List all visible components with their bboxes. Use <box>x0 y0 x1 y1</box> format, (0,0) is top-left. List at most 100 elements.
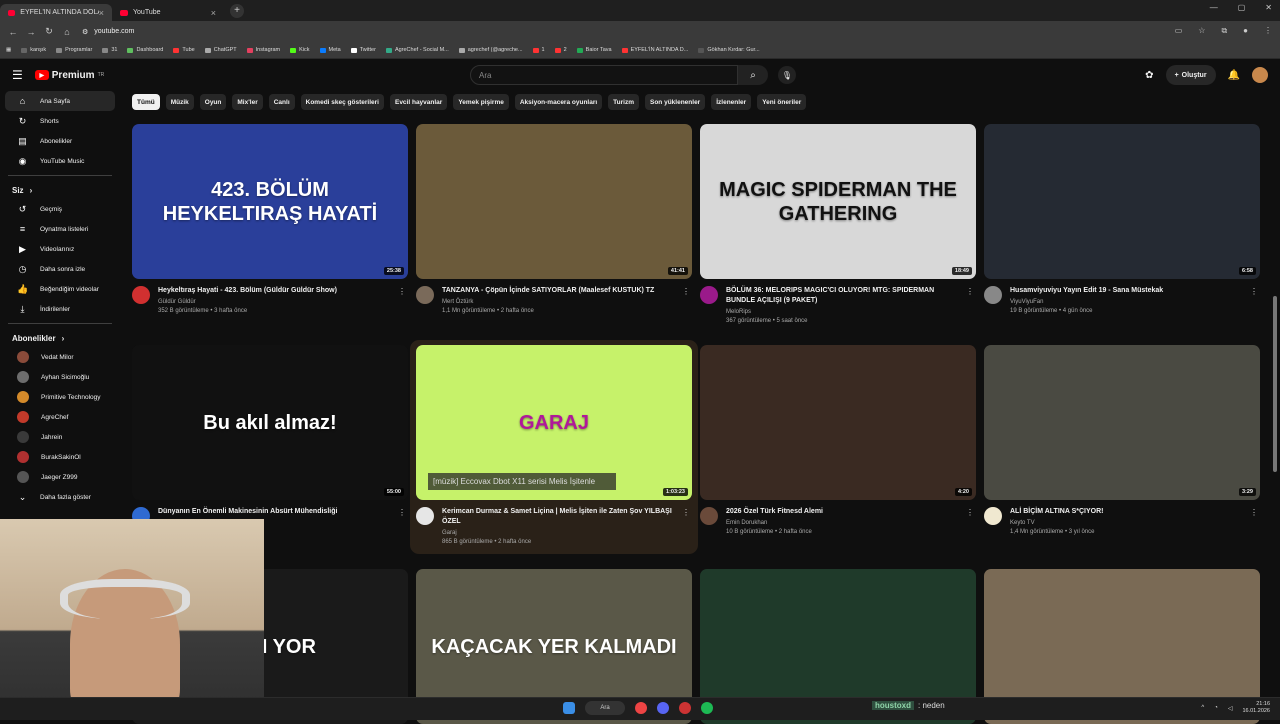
clock[interactable]: 21:16 16.01.2026 <box>1242 701 1270 715</box>
more-options-icon[interactable]: ⋮ <box>682 287 690 296</box>
chrome-icon[interactable] <box>635 702 647 714</box>
bookmark-item[interactable]: Dashboard <box>127 47 163 53</box>
channel-name[interactable]: Keyto TV <box>1010 520 1240 526</box>
menu-icon[interactable]: ⋮ <box>1264 26 1272 36</box>
bookmark-item[interactable]: Kick <box>290 47 310 53</box>
video-title[interactable]: Dünyanın En Önemli Makinesinin Absürt Mü… <box>158 507 388 517</box>
search-input[interactable]: Ara <box>470 65 738 85</box>
video-thumbnail[interactable]: 41:41 <box>416 124 692 279</box>
new-tab-button[interactable]: + <box>230 3 244 18</box>
show-more-button[interactable]: ⌄ Daha fazla göster <box>5 487 115 507</box>
sidebar-subscription[interactable]: Jaeger Z999 <box>5 467 115 487</box>
more-options-icon[interactable]: ⋮ <box>398 287 406 296</box>
more-options-icon[interactable]: ⋮ <box>682 508 690 517</box>
channel-avatar[interactable] <box>700 286 718 304</box>
sidebar-item-your-videos[interactable]: ▶ Videolarınız <box>5 239 115 259</box>
sidebar-section-you[interactable]: Siz › <box>0 180 120 199</box>
video-card[interactable]: 4:20 2026 Özel Türk Fitnesd Alemi Emin Dor… <box>700 345 976 535</box>
video-card[interactable]: Bu akıl almaz! 55:00 Dünyanın En Önemli Ma… <box>132 345 408 525</box>
channel-name[interactable]: MeloRips <box>726 309 956 315</box>
forward-icon[interactable]: → <box>22 27 40 37</box>
filter-chip[interactable]: İzlenenler <box>711 94 752 110</box>
bookmark-item[interactable]: AgreChef - Social M... <box>385 47 449 53</box>
filter-chip[interactable]: Oyun <box>199 94 227 110</box>
sidebar-subscription[interactable]: Primitive Technology <box>5 387 115 407</box>
sidebar-item-liked-videos[interactable]: 👍 Beğendiğim videolar <box>5 279 115 299</box>
video-card[interactable]: MAGIC SPIDERMAN THE GATHERING 18:49 BÖLÜM … <box>700 124 976 324</box>
spotify-icon[interactable] <box>701 702 713 714</box>
channel-avatar[interactable] <box>416 286 434 304</box>
bookmark-star-icon[interactable]: ☆ <box>1198 26 1205 36</box>
hamburger-menu-icon[interactable]: ☰ <box>12 68 23 82</box>
tray-chevron-icon[interactable]: ^ <box>1201 705 1204 711</box>
voice-search-button[interactable]: 🎙 <box>778 66 796 84</box>
more-options-icon[interactable]: ⋮ <box>398 508 406 517</box>
video-title[interactable]: TANZANYA - Çöpün İçinde SATIYORLAR (Maal… <box>442 286 672 296</box>
video-card[interactable]: 423. BÖLÜM HEYKELTIRAŞ HAYATİ 25:38 Heykel… <box>132 124 408 314</box>
cast-icon[interactable]: ▭ <box>1175 26 1183 36</box>
filter-chip[interactable]: Canlı <box>268 94 295 110</box>
cast-icon[interactable]: ✿ <box>1145 70 1153 81</box>
tab-youtube[interactable]: YouTube × <box>112 4 224 21</box>
channel-name[interactable]: Güldür Güldür <box>158 299 388 305</box>
windows-start-icon[interactable] <box>563 702 575 714</box>
video-title[interactable]: Heykeltıraş Hayati - 423. Bölüm (Güldür … <box>158 286 388 296</box>
apps-grid-icon[interactable]: ▦ <box>6 47 11 53</box>
filter-chip[interactable]: Komedi skeç gösterileri <box>300 94 384 110</box>
filter-chip[interactable]: Yemek pişirme <box>453 94 509 110</box>
channel-avatar[interactable] <box>132 286 150 304</box>
youtube-logo[interactable]: ▶ Premium TR <box>34 70 104 81</box>
search-button[interactable]: ⌕ <box>738 65 768 85</box>
sidebar-item-subscriptions[interactable]: ▤ Abonelikler <box>5 131 115 151</box>
video-thumbnail[interactable]: 3:29 <box>984 345 1260 500</box>
obs-icon[interactable] <box>679 702 691 714</box>
more-options-icon[interactable]: ⋮ <box>966 508 974 517</box>
volume-icon[interactable]: ◁ <box>1228 705 1233 712</box>
video-thumbnail[interactable]: 4:20 <box>700 345 976 500</box>
channel-name[interactable]: Garaj <box>442 530 672 536</box>
maximize-icon[interactable]: ▢ <box>1238 3 1246 12</box>
more-options-icon[interactable]: ⋮ <box>1250 287 1258 296</box>
sidebar-subscription[interactable]: Ayhan Sicimoğlu <box>5 367 115 387</box>
channel-avatar[interactable] <box>700 507 718 525</box>
home-icon[interactable]: ⌂ <box>58 27 76 37</box>
url-field[interactable]: ⚙ youtube.com <box>82 28 134 36</box>
bookmark-item[interactable]: 1 <box>532 47 545 53</box>
bookmark-item[interactable]: EYFEL'İN ALTINDA D... <box>621 47 688 53</box>
filter-chip[interactable]: Yeni öneriler <box>757 94 807 110</box>
create-button[interactable]: + Oluştur <box>1165 65 1216 85</box>
bookmark-item[interactable]: 31 <box>102 47 117 53</box>
wifi-icon[interactable]: ◔ <box>1214 705 1218 711</box>
channel-name[interactable]: Mert Öztürk <box>442 299 672 305</box>
more-options-icon[interactable]: ⋮ <box>1250 508 1258 517</box>
close-tab-icon[interactable]: × <box>99 8 104 18</box>
sidebar-item-music[interactable]: ◉ YouTube Music <box>5 151 115 171</box>
sidebar-item-watch-later[interactable]: ◷ Daha sonra izle <box>5 259 115 279</box>
sidebar-item-home[interactable]: ⌂ Ana Sayfa <box>5 91 115 111</box>
sidebar-item-shorts[interactable]: ↻ Shorts <box>5 111 115 131</box>
filter-chip[interactable]: Müzik <box>165 94 194 110</box>
bookmark-item[interactable]: agrechef (@agreche... <box>458 47 523 53</box>
account-avatar[interactable] <box>1252 67 1268 83</box>
video-card[interactable]: 3:29 ALİ BİÇİM ALTINA S*ÇIYOR! Keyto TV 1,4… <box>984 345 1260 535</box>
sidebar-item-downloads[interactable]: ⤓ İndirilenler <box>5 299 115 319</box>
video-thumbnail[interactable]: GARAJ [müzik] Eccovax Dbot X11 serisi Mel… <box>416 345 692 500</box>
filter-chip[interactable]: Tümü <box>132 94 160 110</box>
video-title[interactable]: BÖLÜM 36: MELORIPS MAGIC'CI OLUYOR! MTG:… <box>726 286 956 306</box>
bookmark-item[interactable]: Baior Tava <box>576 47 612 53</box>
sidebar-subscription[interactable]: AgreChef <box>5 407 115 427</box>
bookmark-item[interactable]: kanşık <box>21 47 46 53</box>
video-thumbnail[interactable]: MAGIC SPIDERMAN THE GATHERING 18:49 <box>700 124 976 279</box>
video-thumbnail[interactable]: 6:58 <box>984 124 1260 279</box>
channel-avatar[interactable] <box>984 507 1002 525</box>
minimize-icon[interactable]: — <box>1210 3 1218 12</box>
close-icon[interactable]: ✕ <box>1265 3 1272 12</box>
close-tab-icon[interactable]: × <box>211 8 216 18</box>
site-info-icon[interactable]: ⚙ <box>82 28 88 36</box>
video-title[interactable]: 2026 Özel Türk Fitnesd Alemi <box>726 507 956 517</box>
profile-icon[interactable]: ● <box>1243 26 1248 36</box>
notifications-bell-icon[interactable]: 🔔 <box>1228 70 1240 81</box>
bookmark-item[interactable]: Meta <box>319 47 341 53</box>
bookmark-item[interactable]: ChatGPT <box>204 47 237 53</box>
reload-icon[interactable]: ↻ <box>40 26 58 37</box>
